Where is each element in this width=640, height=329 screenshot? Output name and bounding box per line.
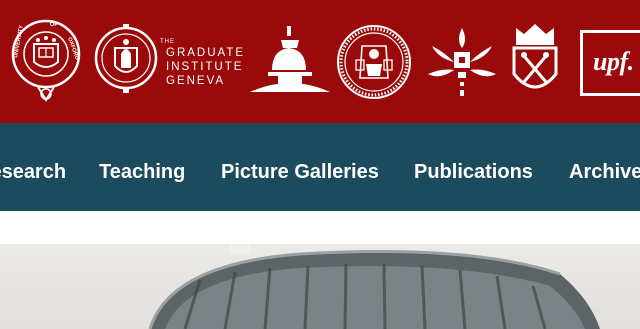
uppsala-crest-icon: [508, 22, 562, 102]
content-spacer: [0, 211, 640, 244]
main-navigation: Research Teaching Picture Galleries Publ…: [0, 123, 640, 211]
svg-text:OF: OF: [50, 22, 58, 28]
charles-university-seal-icon: [336, 24, 412, 100]
cambridge-crest-icon: [93, 20, 159, 100]
partner-logo-bar: UNIVERSITY OF OXFORD THE GRADUATE INSTIT…: [0, 0, 640, 123]
nav-item-research[interactable]: Research: [0, 161, 66, 184]
nav-item-archive[interactable]: Archive: [569, 161, 640, 184]
nav-item-publications[interactable]: Publications: [414, 161, 533, 184]
helsinki-flame-icon: [426, 26, 498, 100]
dome-logo-icon: [250, 26, 330, 96]
upf-logo-icon: upf.: [580, 30, 640, 96]
oxford-seal-icon: UNIVERSITY OF OXFORD: [10, 18, 82, 104]
graduate-institute-geneva-logo-icon: THE GRADUATE INSTITUTE GENEVA: [160, 39, 246, 87]
nav-item-picture-galleries[interactable]: Picture Galleries: [221, 161, 379, 184]
nav-item-teaching[interactable]: Teaching: [99, 161, 185, 184]
dome-photo-icon: [0, 244, 640, 329]
